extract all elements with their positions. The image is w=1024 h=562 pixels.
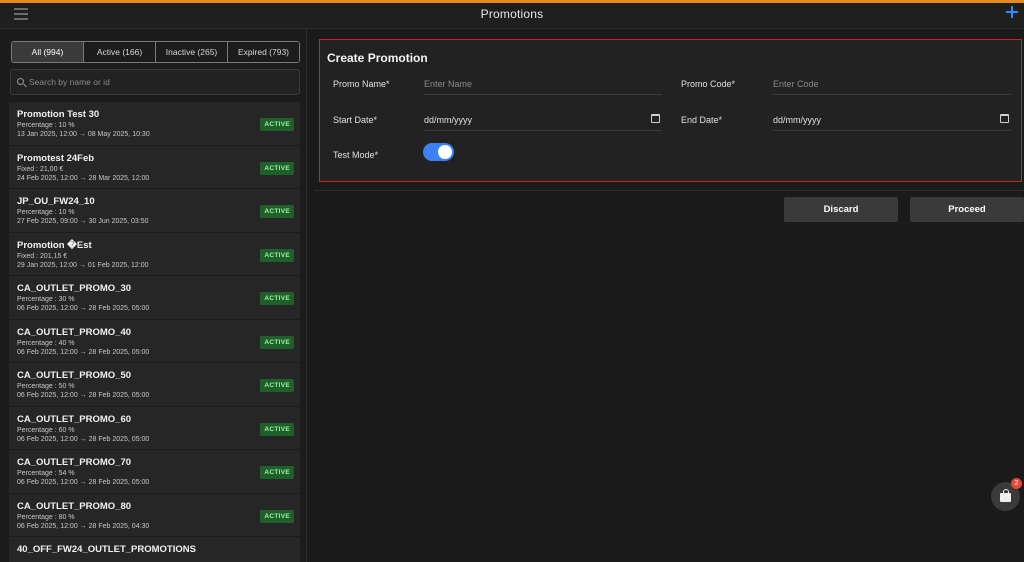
app-root: Promotions All (994) Active (166) Inacti…	[0, 0, 1024, 562]
top-bar: Promotions	[0, 0, 1024, 29]
promotion-value: Percentage : 40 %	[17, 339, 75, 347]
promotion-dates: 06 Feb 2025, 12:00 → 28 Feb 2025, 04:30	[17, 522, 150, 530]
proceed-button[interactable]: Proceed	[910, 197, 1024, 222]
status-badge: ACTIVE	[260, 335, 294, 349]
promotion-value: Percentage : 10 %	[17, 122, 75, 129]
search-box	[10, 69, 300, 95]
promotion-name: CA_OUTLET_PROMO_50	[17, 370, 132, 381]
promotion-list-item[interactable]: JP_OU_FW24_10 Percentage : 10 % 27 Feb 202…	[9, 189, 300, 233]
end-date-label: End Date*	[681, 115, 723, 125]
status-badge: ACTIVE	[260, 161, 294, 175]
promotion-dates: 29 Jan 2025, 12:00 → 01 Feb 2025, 12:00	[17, 261, 149, 269]
divider	[314, 190, 1024, 191]
promotion-dates: 06 Feb 2025, 12:00 → 28 Feb 2025, 05:00	[17, 348, 150, 356]
status-badge: ACTIVE	[260, 509, 294, 523]
promotion-value: Fixed : 21,00 €	[17, 165, 64, 173]
start-date-value: dd/mm/yyyy	[424, 115, 473, 125]
promotion-dates: 06 Feb 2025, 12:00 → 28 Feb 2025, 05:00	[17, 392, 150, 399]
promotion-name: JP_OU_FW24_10	[17, 196, 95, 207]
status-badge: ACTIVE	[260, 118, 294, 131]
promotion-name: 40_OFF_FW24_OUTLET_PROMOTIONS	[17, 544, 196, 555]
promotion-dates: 24 Feb 2025, 12:00 → 28 Mar 2025, 12:00	[17, 174, 150, 182]
promotion-dates: 06 Feb 2025, 12:00 → 28 Feb 2025, 05:00	[17, 479, 150, 486]
promotion-value: Fixed : 201,15 €	[17, 252, 68, 260]
promotion-name: Promotion Test 30	[17, 109, 100, 120]
promotion-dates: 06 Feb 2025, 12:00 → 28 Feb 2025, 05:00	[17, 305, 150, 312]
end-date-input[interactable]: dd/mm/yyyy	[773, 109, 1011, 131]
start-date-input[interactable]: dd/mm/yyyy	[424, 109, 662, 131]
promotion-name: CA_OUTLET_PROMO_30	[17, 283, 132, 294]
status-badge: ACTIVE	[260, 205, 294, 218]
status-badge: ACTIVE	[260, 292, 294, 305]
promotion-name: CA_OUTLET_PROMO_70	[17, 457, 132, 468]
promotion-list-item[interactable]: CA_OUTLET_PROMO_80 Percentage : 80 % 06 Fe…	[9, 493, 300, 537]
promotion-value: Percentage : 10 %	[17, 209, 75, 216]
promotion-list-item[interactable]: CA_OUTLET_PROMO_50 Percentage : 50 % 06 Fe…	[9, 363, 300, 407]
promotion-list-item[interactable]: 40_OFF_FW24_OUTLET_PROMOTIONS	[9, 537, 300, 562]
promo-name-label: Promo Name*	[333, 79, 390, 89]
promotion-name: CA_OUTLET_PROMO_40	[17, 326, 132, 338]
promotion-list-item[interactable]: CA_OUTLET_PROMO_60 Percentage : 60 % 06 Fe…	[9, 406, 300, 450]
end-date-value: dd/mm/yyyy	[773, 115, 822, 125]
plus-icon[interactable]	[1004, 4, 1020, 20]
test-mode-label: Test Mode*	[333, 150, 379, 160]
create-promotion-panel: Create Promotion Promo Name* Promo Code*…	[319, 39, 1022, 182]
promotion-value: Percentage : 30 %	[17, 296, 75, 303]
discard-button[interactable]: Discard	[784, 197, 898, 222]
calendar-icon[interactable]	[1000, 114, 1009, 123]
calendar-icon[interactable]	[651, 114, 660, 123]
tab-inactive[interactable]: Inactive (265)	[156, 42, 228, 62]
promotion-list-item[interactable]: CA_OUTLET_PROMO_30 Percentage : 30 % 06 Fe…	[9, 276, 300, 320]
toggle-knob	[438, 145, 452, 159]
cart-button[interactable]: 2	[991, 478, 1022, 511]
search-icon	[17, 78, 24, 85]
test-mode-toggle[interactable]	[423, 143, 454, 161]
promotion-dates: 13 Jan 2025, 12:00 → 08 May 2025, 10:30	[17, 131, 150, 138]
promotion-list-item[interactable]: Promotion Test 30 Percentage : 10 % 13 Jan…	[9, 102, 300, 146]
tab-active[interactable]: Active (166)	[84, 42, 156, 62]
promotion-list-item[interactable]: Promotest 24Feb Fixed : 21,00 €24 Feb 202…	[9, 145, 300, 189]
page-title: Promotions	[480, 7, 544, 21]
status-badge: ACTIVE	[260, 248, 294, 262]
status-badge: ACTIVE	[260, 422, 294, 436]
promo-name-input[interactable]	[424, 73, 662, 95]
promotion-name: CA_OUTLET_PROMO_60	[17, 413, 132, 425]
promotion-name: Promotest 24Feb	[17, 152, 95, 164]
promotion-value: Percentage : 60 %	[17, 426, 75, 434]
search-input[interactable]	[29, 70, 295, 94]
tab-all[interactable]: All (994)	[12, 42, 84, 62]
promotion-value: Percentage : 54 %	[17, 470, 75, 477]
cart-count-badge: 2	[1011, 478, 1022, 489]
promotion-dates: 27 Feb 2025, 09:00 → 30 Jun 2025, 03:50	[17, 218, 149, 225]
promo-code-label: Promo Code*	[681, 79, 736, 89]
status-badge: ACTIVE	[260, 379, 294, 392]
shopping-bag-icon	[1000, 489, 1011, 502]
promotion-name: Promotion �Est	[17, 239, 92, 251]
promotion-dates: 06 Feb 2025, 12:00 → 28 Feb 2025, 05:00	[17, 435, 150, 443]
promotion-list-item[interactable]: CA_OUTLET_PROMO_40 Percentage : 40 % 06 Fe…	[9, 319, 300, 363]
promotion-list-item[interactable]: Promotion �Est Fixed : 201,15 €29 Jan 202…	[9, 232, 300, 276]
panel-title: Create Promotion	[327, 51, 428, 65]
tab-expired[interactable]: Expired (793)	[228, 42, 299, 62]
promotion-list-item[interactable]: CA_OUTLET_PROMO_70 Percentage : 54 % 06 Fe…	[9, 450, 300, 494]
promotion-value: Percentage : 50 %	[17, 383, 75, 390]
promotion-name: CA_OUTLET_PROMO_80	[17, 500, 132, 512]
promotion-value: Percentage : 80 %	[17, 513, 75, 521]
start-date-label: Start Date*	[333, 115, 378, 125]
promotions-sidebar: All (994) Active (166) Inactive (265) Ex…	[0, 29, 307, 562]
filter-tabs: All (994) Active (166) Inactive (265) Ex…	[11, 41, 300, 63]
promotion-list: Promotion Test 30 Percentage : 10 % 13 Jan…	[9, 102, 300, 562]
promo-code-input[interactable]	[773, 73, 1011, 95]
status-badge: ACTIVE	[260, 466, 294, 479]
